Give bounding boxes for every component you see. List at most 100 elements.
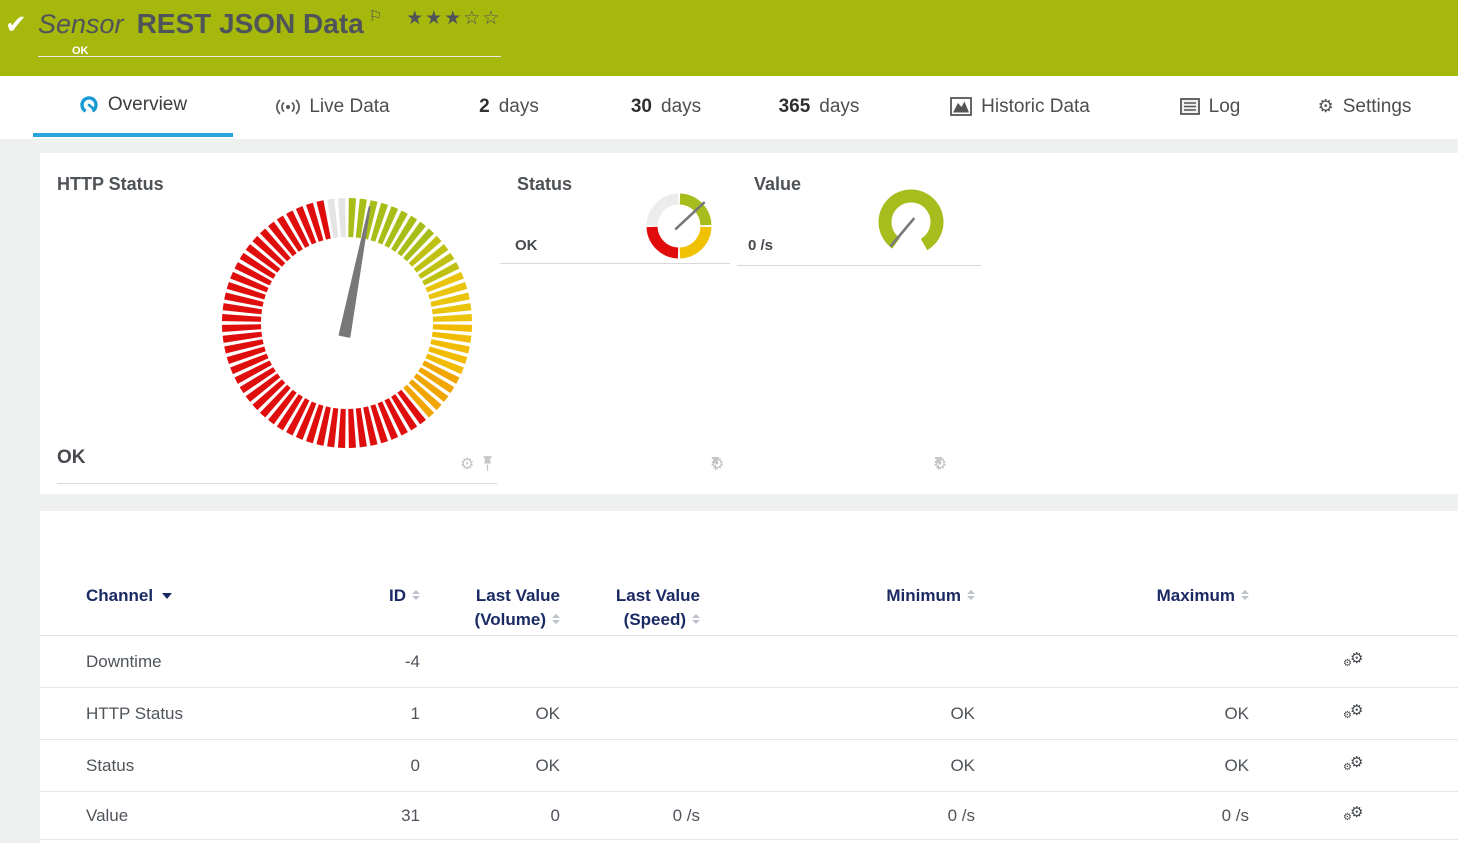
value-mini-panel: Value 0 /s ⚙ bbox=[737, 153, 982, 473]
cell-last-volume bbox=[440, 636, 560, 687]
tab-label: Historic Data bbox=[981, 95, 1090, 117]
value-panel-title: Value bbox=[754, 174, 802, 194]
cell-minimum: 0 /s bbox=[947, 805, 975, 825]
tab-unit: days bbox=[498, 95, 539, 117]
table-row-downtime[interactable]: Downtime -4 ⚙ ⚙ bbox=[40, 636, 1458, 688]
gear-icon: ⚙ bbox=[1317, 96, 1334, 117]
panel-action-icons: ⚙ bbox=[460, 454, 494, 473]
tab-label: Log bbox=[1208, 95, 1241, 117]
tab-live-data[interactable]: Live Data bbox=[233, 76, 433, 137]
tab-label: Live Data bbox=[309, 95, 390, 117]
sort-icon bbox=[1241, 590, 1249, 600]
sort-icon bbox=[552, 614, 560, 624]
gear-icon[interactable]: ⚙ bbox=[460, 454, 474, 473]
cell-maximum: OK bbox=[1224, 755, 1249, 775]
gears-icon: ⚙ ⚙ bbox=[1343, 648, 1364, 669]
tab-label: Overview bbox=[107, 93, 188, 115]
pin-icon[interactable] bbox=[933, 456, 944, 471]
panel-action-icons: ⚙ bbox=[710, 454, 724, 473]
tab-overview[interactable]: Overview bbox=[33, 76, 233, 137]
tab-30-days[interactable]: 30 days bbox=[585, 76, 747, 137]
status-panel-title: Status bbox=[517, 174, 573, 194]
pin-icon[interactable] bbox=[481, 455, 494, 472]
pin-icon[interactable] bbox=[710, 456, 721, 471]
sensor-header: ✔ Sensor REST JSON Data ⚐ ★★★☆☆ OK bbox=[0, 0, 1458, 76]
column-header-maximum[interactable]: Maximum bbox=[1049, 584, 1249, 608]
channel-settings-button[interactable]: ⚙ ⚙ bbox=[1333, 636, 1377, 687]
tab-number: 365 bbox=[778, 95, 811, 117]
tab-label: Settings bbox=[1342, 95, 1412, 117]
tab-historic-data[interactable]: Historic Data bbox=[891, 76, 1149, 137]
table-row-http-status[interactable]: HTTP Status 1 OK OK OK ⚙ ⚙ bbox=[40, 688, 1458, 740]
cell-channel: HTTP Status bbox=[86, 703, 183, 723]
gears-icon: ⚙ ⚙ bbox=[1343, 802, 1364, 823]
status-badge: OK bbox=[72, 45, 89, 57]
sort-icon bbox=[967, 590, 975, 600]
cell-last-speed bbox=[580, 636, 700, 687]
cell-id: 1 bbox=[410, 703, 420, 723]
cell-last-speed bbox=[580, 740, 700, 791]
http-status-value: OK bbox=[57, 447, 86, 468]
channels-table-panel: Channel ID Last Value (Volume) Last Valu… bbox=[40, 511, 1458, 843]
chart-icon bbox=[950, 97, 973, 116]
tab-365-days[interactable]: 365 days bbox=[747, 76, 891, 137]
divider bbox=[57, 483, 497, 484]
cell-channel: Value bbox=[86, 805, 129, 825]
tab-log[interactable]: Log bbox=[1149, 76, 1271, 137]
value-value: 0 /s bbox=[748, 237, 774, 254]
sort-icon bbox=[692, 614, 700, 624]
column-header-last-value-speed[interactable]: Last Value (Speed) bbox=[580, 584, 700, 632]
tab-unit: days bbox=[661, 95, 702, 117]
panel-action-icons: ⚙ bbox=[933, 454, 947, 473]
cell-minimum: OK bbox=[950, 755, 975, 775]
object-kind-label: Sensor bbox=[38, 9, 124, 39]
column-header-channel[interactable]: Channel bbox=[86, 584, 306, 608]
tab-unit: days bbox=[819, 95, 860, 117]
gears-icon: ⚙ ⚙ bbox=[1343, 752, 1364, 773]
column-header-minimum[interactable]: Minimum bbox=[775, 584, 975, 608]
channel-rows: Downtime -4 ⚙ ⚙ HTTP Status 1 OK OK OK ⚙ ⚙ bbox=[40, 635, 1458, 840]
cell-channel: Status bbox=[86, 755, 135, 775]
cell-last-volume: OK bbox=[535, 703, 560, 723]
sort-desc-icon bbox=[162, 593, 173, 599]
cell-maximum bbox=[1049, 636, 1249, 687]
cell-last-speed: 0 /s bbox=[672, 805, 700, 825]
status-gauge bbox=[646, 193, 712, 259]
column-header-id[interactable]: ID bbox=[320, 584, 420, 608]
content-area: HTTP Status OK ⚙ Status OK ⚙ bbox=[0, 139, 1458, 843]
tab-bar: Overview Live Data 2 days 30 days 365 da… bbox=[0, 76, 1458, 139]
value-gauge bbox=[878, 189, 944, 251]
table-row-value[interactable]: Value 31 0 0 /s 0 /s 0 /s ⚙ ⚙ bbox=[40, 792, 1458, 840]
http-status-gauge bbox=[222, 198, 472, 448]
http-status-panel-title: HTTP Status bbox=[57, 174, 164, 194]
column-header-last-value-volume[interactable]: Last Value (Volume) bbox=[440, 584, 560, 632]
divider bbox=[737, 265, 981, 266]
divider bbox=[500, 263, 730, 264]
status-value: OK bbox=[515, 237, 538, 254]
cell-id: -4 bbox=[404, 651, 420, 671]
channel-settings-button[interactable]: ⚙ ⚙ bbox=[1333, 740, 1377, 791]
cell-last-volume: 0 bbox=[550, 805, 560, 825]
cell-last-volume: OK bbox=[535, 755, 560, 775]
cell-maximum: OK bbox=[1224, 703, 1249, 723]
gauge-icon bbox=[80, 95, 98, 113]
cell-channel: Downtime bbox=[86, 651, 162, 671]
log-icon bbox=[1179, 98, 1200, 115]
sensor-title: REST JSON Data bbox=[136, 8, 364, 39]
tab-2-days[interactable]: 2 days bbox=[433, 76, 585, 137]
cell-minimum: OK bbox=[950, 703, 975, 723]
cell-id: 0 bbox=[410, 755, 420, 775]
priority-stars[interactable]: ★★★☆☆ bbox=[406, 7, 501, 29]
tab-number: 2 bbox=[479, 95, 490, 117]
channel-settings-button[interactable]: ⚙ ⚙ bbox=[1333, 792, 1377, 839]
channel-settings-button[interactable]: ⚙ ⚙ bbox=[1333, 688, 1377, 739]
cell-maximum: 0 /s bbox=[1221, 805, 1249, 825]
live-data-icon bbox=[276, 98, 301, 115]
status-mini-panel: Status OK ⚙ bbox=[500, 153, 745, 473]
cell-id: 31 bbox=[401, 805, 420, 825]
gears-icon: ⚙ ⚙ bbox=[1343, 700, 1364, 721]
table-row-status[interactable]: Status 0 OK OK OK ⚙ ⚙ bbox=[40, 740, 1458, 792]
tab-settings[interactable]: ⚙ Settings bbox=[1271, 76, 1458, 137]
flag-icon[interactable]: ⚐ bbox=[369, 7, 382, 25]
cell-minimum bbox=[775, 636, 975, 687]
